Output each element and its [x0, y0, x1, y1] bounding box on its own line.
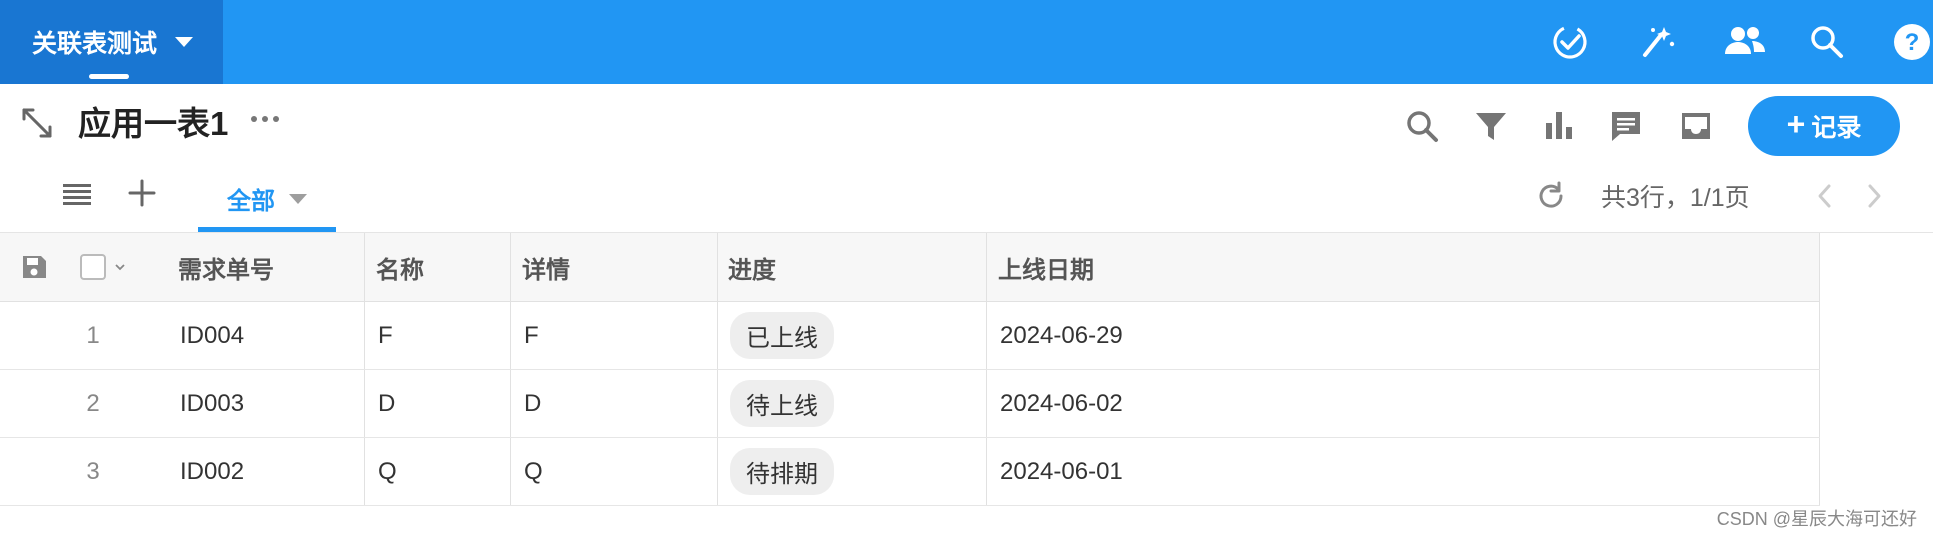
cell-date[interactable]: 2024-06-01 — [1000, 438, 1300, 505]
table-row[interactable]: 1 ID004 F F 已上线 2024-06-29 — [0, 302, 1820, 370]
status-tag: 待排期 — [730, 448, 834, 495]
cell-name[interactable]: D — [378, 370, 508, 437]
cell-detail[interactable]: Q — [524, 438, 714, 505]
column-divider — [717, 438, 718, 505]
cell-id[interactable]: ID002 — [180, 438, 360, 505]
column-header[interactable]: 名称 — [376, 233, 506, 301]
view-list-icon[interactable] — [62, 178, 92, 213]
row-number: 3 — [86, 457, 100, 485]
column-divider — [1819, 233, 1820, 301]
top-bar: 关联表测试 ? — [0, 0, 1933, 84]
more-icon[interactable] — [250, 112, 280, 130]
save-icon[interactable] — [20, 233, 52, 301]
active-indicator — [89, 74, 129, 79]
app-switcher[interactable]: 关联表测试 — [0, 0, 223, 84]
column-divider[interactable] — [717, 233, 718, 301]
table-row[interactable]: 2 ID003 D D 待上线 2024-06-02 — [0, 370, 1820, 438]
column-divider — [1819, 302, 1820, 369]
tab-all-label: 全部 — [227, 188, 275, 215]
data-table: 需求单号 名称 详情 进度 上线日期 1 ID004 F F 已上线 2024-… — [0, 233, 1820, 506]
table-header-row: 需求单号 名称 详情 进度 上线日期 — [0, 233, 1820, 302]
column-header[interactable]: 上线日期 — [998, 233, 1598, 301]
row-number: 2 — [86, 389, 100, 417]
comment-icon[interactable] — [1604, 104, 1648, 148]
bar-chart-icon[interactable] — [1537, 104, 1581, 148]
column-divider — [510, 302, 511, 369]
cell-name[interactable]: F — [378, 302, 508, 369]
cell-id[interactable]: ID003 — [180, 370, 360, 437]
column-divider — [986, 370, 987, 437]
cell-progress[interactable]: 待上线 — [730, 370, 980, 437]
inbox-icon[interactable] — [1674, 104, 1718, 148]
column-divider — [364, 370, 365, 437]
column-divider[interactable] — [986, 233, 987, 301]
column-divider — [510, 370, 511, 437]
column-divider — [717, 302, 718, 369]
page-title: 应用一表1 — [78, 105, 229, 142]
column-divider — [986, 302, 987, 369]
refresh-icon[interactable] — [1536, 181, 1566, 216]
column-header[interactable]: 需求单号 — [178, 233, 363, 301]
column-divider — [986, 438, 987, 505]
app-name: 关联表测试 — [32, 30, 158, 58]
cell-detail[interactable]: F — [524, 302, 714, 369]
add-record-button[interactable]: + 记录 — [1748, 96, 1900, 156]
cell-progress[interactable]: 已上线 — [730, 302, 980, 369]
add-record-label: 记录 — [1811, 114, 1862, 142]
chevron-down-icon[interactable] — [114, 262, 126, 272]
cell-progress[interactable]: 待排期 — [730, 438, 980, 505]
column-divider — [1819, 438, 1820, 505]
chevron-left-icon[interactable] — [1814, 181, 1836, 216]
group-icon[interactable] — [1715, 12, 1775, 72]
chevron-down-icon[interactable] — [289, 193, 307, 204]
row-number: 1 — [86, 321, 100, 349]
column-divider — [717, 370, 718, 437]
cell-id[interactable]: ID004 — [180, 302, 360, 369]
tab-all[interactable]: 全部 — [198, 170, 336, 232]
cell-name[interactable]: Q — [378, 438, 508, 505]
search-icon[interactable] — [1400, 104, 1444, 148]
pagination-summary: 共3行，1/1页 — [1601, 184, 1750, 212]
cell-date[interactable]: 2024-06-29 — [1000, 302, 1300, 369]
column-divider — [364, 438, 365, 505]
checkbox[interactable] — [80, 254, 106, 280]
column-divider — [364, 302, 365, 369]
help-icon[interactable]: ? — [1882, 12, 1933, 72]
chevron-right-icon[interactable] — [1863, 181, 1885, 216]
plus-icon: + — [1786, 106, 1806, 142]
check-circle-icon[interactable] — [1540, 12, 1600, 72]
chevron-down-icon — [175, 37, 194, 47]
filter-icon[interactable] — [1469, 104, 1513, 148]
search-icon[interactable] — [1797, 12, 1857, 72]
status-tag: 待上线 — [730, 380, 834, 427]
select-all-checkbox[interactable] — [80, 233, 136, 301]
column-divider[interactable] — [364, 233, 365, 301]
magic-wand-icon[interactable] — [1628, 12, 1688, 72]
table-row[interactable]: 3 ID002 Q Q 待排期 2024-06-01 — [0, 438, 1820, 506]
status-tag: 已上线 — [730, 312, 834, 359]
watermark: CSDN @星辰大海可还好 — [1716, 509, 1917, 529]
add-view-icon[interactable] — [127, 178, 157, 213]
expand-icon[interactable] — [20, 106, 54, 145]
cell-detail[interactable]: D — [524, 370, 714, 437]
column-divider — [510, 438, 511, 505]
column-divider[interactable] — [510, 233, 511, 301]
column-header[interactable]: 详情 — [522, 233, 712, 301]
cell-date[interactable]: 2024-06-02 — [1000, 370, 1300, 437]
help-label: ? — [1905, 29, 1920, 56]
column-header[interactable]: 进度 — [728, 233, 983, 301]
column-divider — [1819, 370, 1820, 437]
